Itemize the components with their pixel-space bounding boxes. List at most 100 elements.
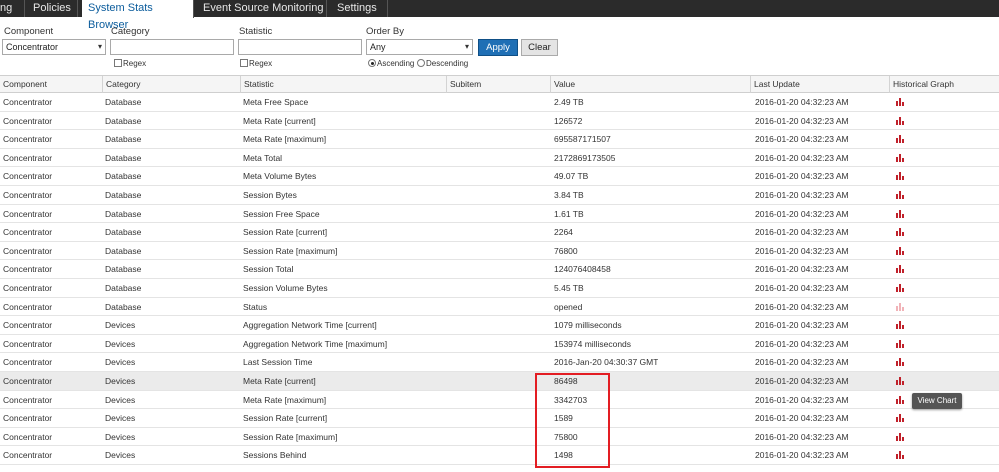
table-row[interactable]: Concentrator Devices Meta Rate [maximum] 33…	[0, 391, 999, 410]
table-row[interactable]: Concentrator Database Session Rate [curren…	[0, 223, 999, 242]
cell-value: 2264	[554, 227, 573, 238]
bar-chart-icon-bar	[899, 358, 901, 367]
table-row[interactable]: Concentrator Devices Meta Rate [current] 86…	[0, 371, 999, 391]
table-row[interactable]: Concentrator Database Session Free Space 1.…	[0, 205, 999, 224]
bar-chart-icon[interactable]	[896, 358, 905, 367]
statistic-input[interactable]	[238, 39, 362, 55]
column-header-statistic[interactable]: Statistic	[240, 76, 446, 93]
cell-statistic: Meta Rate [current]	[243, 375, 316, 386]
cell-component: Concentrator	[3, 375, 53, 386]
table-row[interactable]: Concentrator Devices Session Rate [maximum…	[0, 428, 999, 447]
cell-component: Concentrator	[3, 171, 53, 182]
tab-system-stats-browser[interactable]: System Stats Browser	[82, 0, 194, 31]
category-regex-checkbox[interactable]: Regex	[114, 59, 146, 69]
table-row[interactable]: Concentrator Database Session Rate [maximu…	[0, 242, 999, 261]
cell-component: Concentrator	[3, 134, 53, 145]
cell-value: 1.61 TB	[554, 208, 584, 219]
table-row[interactable]: Concentrator Database Session Total 1240764…	[0, 260, 999, 279]
table-row[interactable]: Concentrator Database Status opened 2016-01-…	[0, 298, 999, 317]
table-row[interactable]: Concentrator Database Meta Free Space 2.49 …	[0, 93, 999, 112]
bar-chart-icon-bar	[896, 324, 898, 330]
bar-chart-icon[interactable]	[896, 283, 905, 292]
table-row[interactable]: Concentrator Database Meta Volume Bytes 49.…	[0, 167, 999, 186]
bar-chart-icon[interactable]	[896, 246, 905, 255]
bar-chart-icon[interactable]	[896, 116, 905, 125]
table-row[interactable]: Concentrator Devices Sessions Behind 1498 20…	[0, 446, 999, 465]
table-row[interactable]: Concentrator Devices Session Rate [current…	[0, 409, 999, 428]
ascending-radio[interactable]: Ascending	[368, 59, 414, 69]
orderby-select[interactable]: Any ▾	[366, 39, 473, 55]
cell-category: Database	[105, 152, 142, 163]
tab-event-source-monitoring[interactable]: Event Source Monitoring	[195, 0, 327, 17]
bar-chart-icon[interactable]	[896, 265, 905, 274]
cell-component: Concentrator	[3, 413, 53, 424]
table-row[interactable]: Concentrator Database Session Volume Bytes…	[0, 279, 999, 298]
component-select[interactable]: Concentrator ▾	[2, 39, 106, 55]
bar-chart-icon[interactable]	[896, 395, 905, 404]
cell-category: Devices	[105, 320, 136, 331]
cell-last-update: 2016-01-20 04:32:23 AM	[755, 431, 849, 442]
cell-component: Concentrator	[3, 338, 53, 349]
cell-last-update: 2016-01-20 04:32:23 AM	[755, 282, 849, 293]
bar-chart-icon-bar	[899, 172, 901, 181]
bar-chart-icon[interactable]	[896, 432, 905, 441]
bar-chart-icon[interactable]	[896, 98, 905, 106]
ascending-label: Ascending	[377, 59, 415, 68]
bar-chart-icon-bar	[902, 455, 904, 460]
table-row[interactable]: Concentrator Database Meta Rate [current] 1…	[0, 112, 999, 131]
column-header-historical-graph[interactable]: Historical Graph	[889, 76, 999, 93]
bar-chart-icon-disabled[interactable]	[896, 302, 905, 311]
cell-last-update: 2016-01-20 04:32:23 AM	[755, 413, 849, 424]
cell-statistic: Session Free Space	[243, 208, 320, 219]
bar-chart-icon[interactable]	[896, 135, 905, 144]
bar-chart-icon[interactable]	[896, 209, 905, 218]
category-input[interactable]	[110, 39, 234, 55]
cell-statistic: Session Volume Bytes	[243, 282, 328, 293]
column-header-component[interactable]: Component	[0, 76, 102, 93]
bar-chart-icon-bar	[902, 176, 904, 181]
bar-chart-icon[interactable]	[896, 339, 905, 348]
bar-chart-icon[interactable]	[896, 414, 905, 423]
tab-policies[interactable]: Policies	[25, 0, 78, 17]
bar-chart-icon[interactable]	[896, 153, 905, 162]
cell-component: Concentrator	[3, 208, 53, 219]
bar-chart-icon[interactable]	[896, 190, 905, 199]
cell-component: Concentrator	[3, 227, 53, 238]
bar-chart-icon-bar	[896, 454, 898, 460]
bar-chart-icon-bar	[902, 418, 904, 423]
statistic-regex-checkbox[interactable]: Regex	[240, 59, 272, 69]
table-row[interactable]: Concentrator Database Meta Rate [maximum] 6…	[0, 130, 999, 149]
table-row[interactable]: Concentrator Devices Last Session Time 2016…	[0, 353, 999, 372]
apply-button[interactable]: Apply	[478, 39, 518, 56]
table-row[interactable]: Concentrator Database Session Bytes 3.84 TB…	[0, 186, 999, 205]
descending-radio[interactable]: Descending	[417, 59, 468, 69]
bar-chart-icon[interactable]	[896, 451, 905, 460]
table-row[interactable]: Concentrator Devices Aggregation Network T…	[0, 335, 999, 354]
cell-category: Devices	[105, 394, 136, 405]
column-header-subitem[interactable]: Subitem	[446, 76, 550, 93]
bar-chart-icon[interactable]	[896, 228, 905, 237]
column-header-value[interactable]: Value	[550, 76, 750, 93]
cell-category: Database	[105, 245, 142, 256]
bar-chart-icon[interactable]	[896, 376, 905, 385]
column-header-category[interactable]: Category	[102, 76, 240, 93]
table-row[interactable]: Concentrator Devices Aggregation Network T…	[0, 316, 999, 335]
bar-chart-icon[interactable]	[896, 321, 905, 330]
checkbox-box	[114, 59, 122, 67]
bar-chart-icon[interactable]	[896, 172, 905, 181]
bar-chart-icon-bar	[896, 212, 898, 218]
cell-value: opened	[554, 301, 583, 312]
clear-button[interactable]: Clear	[521, 39, 558, 56]
bar-chart-icon-bar	[896, 361, 898, 367]
bar-chart-icon-bar	[896, 305, 898, 311]
bar-chart-icon-bar	[899, 302, 901, 311]
tab-partial[interactable]: ng	[0, 0, 25, 17]
tab-settings[interactable]: Settings	[328, 0, 388, 17]
cell-component: Concentrator	[3, 97, 53, 107]
column-header-last-update[interactable]: Last Update	[750, 76, 889, 93]
cell-value: 1498	[554, 450, 573, 461]
cell-statistic: Aggregation Network Time [maximum]	[243, 338, 388, 349]
cell-statistic: Session Bytes	[243, 189, 297, 200]
table-row[interactable]: Concentrator Database Meta Total 2172869173…	[0, 149, 999, 168]
cell-category: Database	[105, 115, 142, 126]
